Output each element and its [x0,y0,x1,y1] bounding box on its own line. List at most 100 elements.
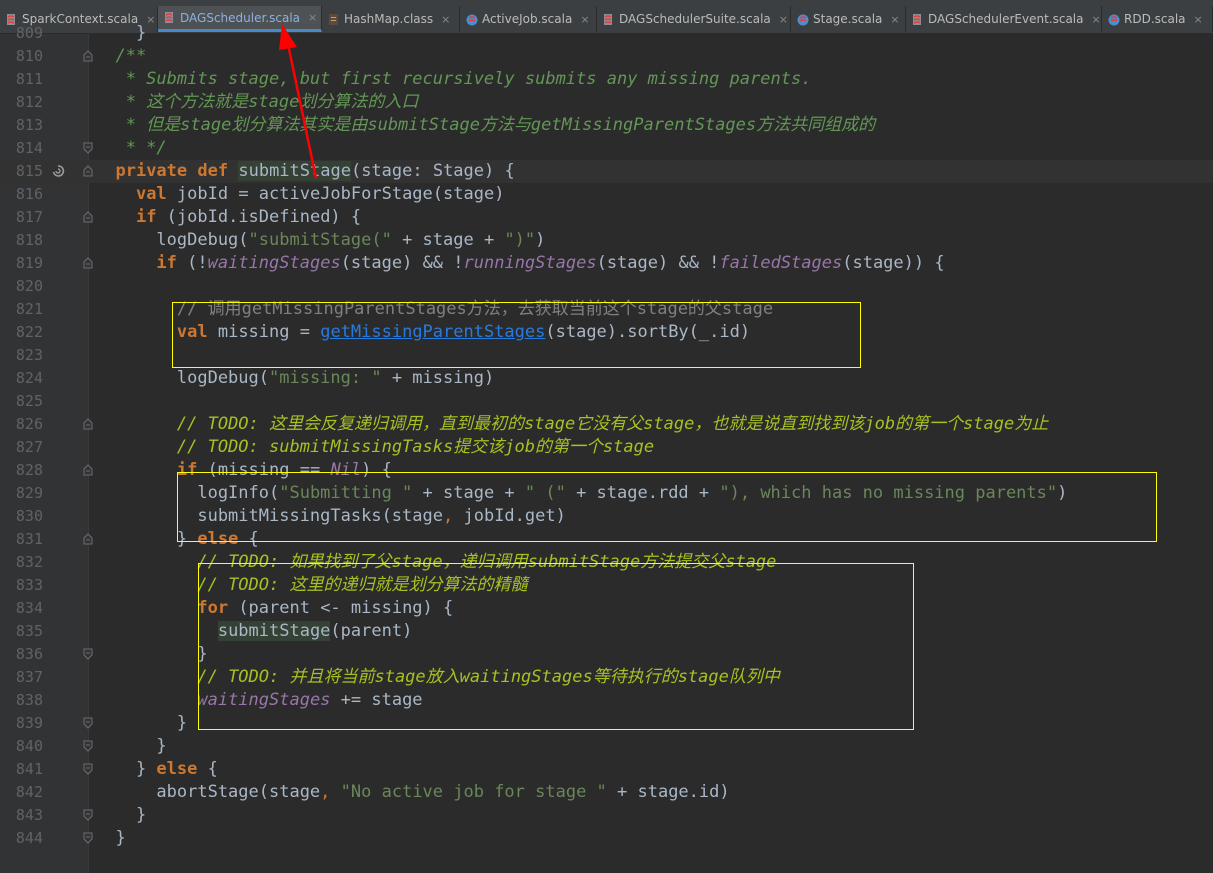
code-line[interactable]: 819 if (!waitingStages(stage) && !runnin… [0,252,1213,275]
code-token: // TODO: 这里会反复递归调用，直到最初的stage它没有父stage，也… [176,414,1049,434]
code-text: if (missing == Nil) { [95,459,392,482]
line-number: 812 [15,93,43,111]
fold-marker-icon[interactable] [83,50,93,62]
line-number: 844 [15,829,43,847]
code-line[interactable]: 833 // TODO: 这里的递归就是划分算法的精髓 [0,574,1213,597]
code-token: // TODO: 并且将当前stage放入waitingStages等待执行的s… [197,667,780,687]
line-number: 813 [15,116,43,134]
code-token: , [320,782,331,802]
code-line[interactable]: 826 // TODO: 这里会反复递归调用，直到最初的stage它没有父sta… [0,413,1213,436]
line-number: 823 [15,346,43,364]
line-number: 835 [15,622,43,640]
code-line[interactable]: 831 } else { [0,528,1213,551]
code-editor[interactable]: 809 } 810 /** 811 * Submits stage, but fir… [0,23,1213,873]
code-line[interactable]: 825 [0,390,1213,413]
code-line[interactable]: 812 * 这个方法就是stage划分算法的入口 [0,91,1213,114]
code-text: // 调用getMissingParentStages方法，去获取当前这个sta… [95,298,773,321]
code-line[interactable]: 842 abortStage(stage, "No active job for… [0,781,1213,804]
code-line[interactable]: 832 // TODO: 如果找到了父stage，递归调用submitStage… [0,551,1213,574]
code-line[interactable]: 839 } [0,712,1213,735]
code-line[interactable]: 829 logInfo("Submitting " + stage + " ("… [0,482,1213,505]
code-line[interactable]: 838 waitingStages += stage [0,689,1213,712]
code-text: // TODO: 如果找到了父stage，递归调用submitStage方法提交… [95,551,776,574]
fold-marker-icon[interactable] [83,142,93,154]
code-line[interactable]: 844 } [0,827,1213,850]
code-token: failedStages [719,253,843,273]
code-line[interactable]: 814 * */ [0,137,1213,160]
line-number: 832 [15,553,43,571]
code-line[interactable]: 840 } [0,735,1213,758]
code-token: submitStage [217,621,331,641]
code-line[interactable]: 827 // TODO: submitMissingTasks提交该job的第一… [0,436,1213,459]
code-text: * Submits stage, but first recursively s… [95,68,812,91]
code-line[interactable]: 834 for (parent <- missing) { [0,597,1213,620]
fold-marker-icon[interactable] [83,533,93,545]
code-line[interactable]: 835 submitStage(parent) [0,620,1213,643]
code-text: for (parent <- missing) { [95,597,453,620]
code-line[interactable]: 843 } [0,804,1213,827]
code-token[interactable]: getMissingParentStages [320,322,545,342]
code-line[interactable]: 810 /** [0,45,1213,68]
code-token: ) [535,230,546,250]
code-text: * 这个方法就是stage划分算法的入口 [95,91,419,114]
code-line[interactable]: 836 } [0,643,1213,666]
code-line[interactable]: 816 val jobId = activeJobForStage(stage) [0,183,1213,206]
code-token: (stage) && ! [340,253,464,273]
code-token: logDebug( [95,368,269,388]
line-number: 817 [15,208,43,226]
code-line[interactable]: 841 } else { [0,758,1213,781]
code-token: (jobId.isDefined) { [156,207,362,227]
code-token: += stage [330,690,423,710]
code-text: } else { [95,528,259,551]
code-text: /** [95,45,146,68]
code-line[interactable]: 813 * 但是stage划分算法其实是由submitStage方法与getMi… [0,114,1213,137]
fold-marker-icon[interactable] [83,257,93,269]
code-line[interactable]: 837 // TODO: 并且将当前stage放入waitingStages等待… [0,666,1213,689]
code-line[interactable]: 815 private def submitStage(stage: Stage… [0,160,1213,183]
fold-marker-icon[interactable] [83,648,93,660]
code-token: + missing) [381,368,495,388]
code-token: ) { [361,460,392,480]
fold-marker-icon[interactable] [83,740,93,752]
code-line[interactable]: 823 [0,344,1213,367]
fold-marker-icon[interactable] [83,211,93,223]
code-line[interactable]: 820 [0,275,1213,298]
code-token: " (" [524,483,566,503]
code-token: else [156,759,198,779]
fold-marker-icon[interactable] [83,418,93,430]
code-line[interactable]: 828 if (missing == Nil) { [0,459,1213,482]
fold-marker-icon[interactable] [83,165,93,177]
code-line[interactable]: 809 } [0,22,1213,45]
line-number: 822 [15,323,43,341]
code-token: , [443,506,454,526]
code-token: "missing: " [269,368,382,388]
code-token: + stage.id) [606,782,730,802]
line-number: 818 [15,231,43,249]
code-text: } else { [95,758,218,781]
code-line[interactable]: 817 if (jobId.isDefined) { [0,206,1213,229]
fold-marker-icon[interactable] [83,763,93,775]
line-number: 843 [15,806,43,824]
line-number: 829 [15,484,43,502]
fold-marker-icon[interactable] [83,717,93,729]
line-number: 827 [15,438,43,456]
code-line[interactable]: 822 val missing = getMissingParentStages… [0,321,1213,344]
line-number: 837 [15,668,43,686]
recursive-call-icon[interactable] [51,164,65,178]
line-number: 819 [15,254,43,272]
code-line[interactable]: 818 logDebug("submitStage(" + stage + ")… [0,229,1213,252]
code-text: waitingStages += stage [95,689,423,712]
fold-marker-icon[interactable] [83,809,93,821]
code-line[interactable]: 830 submitMissingTasks(stage, jobId.get) [0,505,1213,528]
line-number: 831 [15,530,43,548]
fold-marker-icon[interactable] [83,832,93,844]
code-line[interactable]: 811 * Submits stage, but first recursive… [0,68,1213,91]
code-line[interactable]: 821 // 调用getMissingParentStages方法，去获取当前这… [0,298,1213,321]
code-token: * 这个方法就是stage划分算法的入口 [95,92,419,112]
fold-marker-icon[interactable] [83,464,93,476]
code-line[interactable]: 824 logDebug("missing: " + missing) [0,367,1213,390]
